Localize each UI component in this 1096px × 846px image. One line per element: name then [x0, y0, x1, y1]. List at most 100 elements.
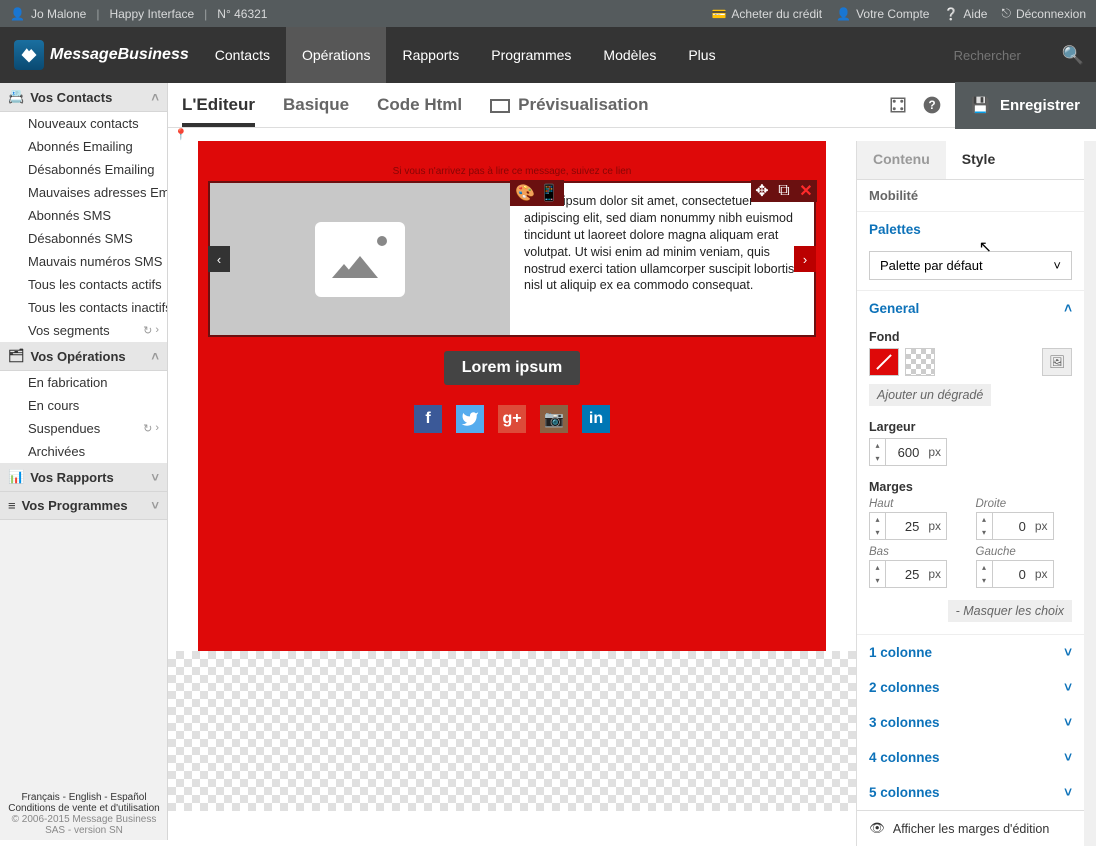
block-toolbar-right: ✥ ⧉ ✕ — [751, 180, 817, 202]
margin-left-input[interactable]: ▴▾0px — [976, 560, 1054, 588]
sidebar-operations-header[interactable]: 🗂Vos Opérations˄ — [0, 342, 167, 371]
monitor-icon — [490, 99, 510, 113]
search-icon[interactable]: 🔍 — [1062, 45, 1084, 66]
sidebar-item-in-fabrication[interactable]: En fabrication — [0, 371, 167, 394]
width-input[interactable]: ▴▾ 600px — [869, 438, 947, 466]
nav-more[interactable]: Plus — [672, 27, 731, 83]
sidebar-item-all-inactive[interactable]: Tous les contacts inactifs — [0, 296, 167, 319]
instagram-icon[interactable]: 📷 — [540, 405, 568, 433]
lang-es[interactable]: Español — [110, 792, 146, 803]
googleplus-icon[interactable]: g+ — [498, 405, 526, 433]
refresh-icon[interactable]: ↻ — [143, 324, 152, 337]
transparent-swatch[interactable] — [905, 348, 935, 376]
twitter-icon[interactable] — [456, 405, 484, 433]
tab-preview[interactable]: Prévisualisation — [490, 83, 648, 127]
sidebar-item-segments[interactable]: Vos segments↻› — [0, 319, 167, 342]
section-2col[interactable]: 2 colonnes˅ — [857, 670, 1084, 705]
terms-link[interactable]: Conditions de vente et d'utilisation — [8, 803, 159, 814]
sidebar-item-in-progress[interactable]: En cours — [0, 394, 167, 417]
email-canvas[interactable]: Si vous n'arrivez pas à lire ce message,… — [198, 141, 826, 651]
add-gradient-link[interactable]: Ajouter un dégradé — [869, 384, 991, 406]
nav-programs[interactable]: Programmes — [475, 27, 587, 83]
help-link[interactable]: ❔Aide — [943, 7, 987, 21]
background-label: Fond — [869, 330, 1072, 344]
chevron-down-icon: ˅ — [1053, 258, 1061, 273]
help-icon: ❔ — [943, 7, 958, 21]
color-swatch[interactable] — [869, 348, 899, 376]
linkedin-icon[interactable]: in — [582, 405, 610, 433]
lang-fr[interactable]: Français — [21, 792, 59, 803]
image-placeholder[interactable] — [210, 183, 510, 335]
nav-operations[interactable]: Opérations — [286, 27, 386, 83]
sidebar-item-subscribers-email[interactable]: Abonnés Emailing — [0, 135, 167, 158]
save-button[interactable]: 💾Enregistrer — [955, 82, 1096, 129]
sidebar-item-bad-email[interactable]: Mauvaises adresses Emailing — [0, 181, 167, 204]
mobile-icon[interactable]: 📱 — [538, 182, 560, 204]
section-4col[interactable]: 4 colonnes˅ — [857, 740, 1084, 775]
prev-arrow[interactable]: ‹ — [208, 246, 230, 272]
section-1col[interactable]: 1 colonne˅ — [857, 635, 1084, 670]
canvas-wrap: Si vous n'arrivez pas à lire ce message,… — [168, 141, 856, 846]
refresh-icon[interactable]: ↻ — [143, 422, 152, 435]
scrollbar[interactable] — [1084, 141, 1096, 846]
image-swatch[interactable]: 🖼 — [1042, 348, 1072, 376]
cta-button[interactable]: Lorem ipsum — [444, 351, 580, 385]
sidebar-item-suspended[interactable]: Suspendues↻› — [0, 417, 167, 440]
social-row: f g+ 📷 in — [208, 405, 816, 433]
margin-right-input[interactable]: ▴▾0px — [976, 512, 1054, 540]
sidebar-reports-header[interactable]: 📊Vos Rapports˅ — [0, 463, 167, 492]
fullscreen-button[interactable] — [887, 94, 909, 116]
sidebar-contacts-header[interactable]: 📇Vos Contacts˄ — [0, 83, 167, 112]
chevron-down-icon: ˅ — [151, 498, 159, 513]
chevron-down-icon: ˅ — [1064, 750, 1072, 765]
section-3col[interactable]: 3 colonnes˅ — [857, 705, 1084, 740]
palette-icon[interactable]: 🎨 — [514, 182, 536, 204]
sidebar-programs-header[interactable]: ≡Vos Programmes˅ — [0, 492, 167, 520]
delete-icon[interactable]: ✕ — [795, 180, 817, 202]
facebook-icon[interactable]: f — [414, 405, 442, 433]
nav-contacts[interactable]: Contacts — [199, 27, 286, 83]
tab-editor[interactable]: L'Editeur — [182, 83, 255, 127]
sidebar-item-bad-sms[interactable]: Mauvais numéros SMS — [0, 250, 167, 273]
search-input[interactable] — [954, 48, 1054, 63]
tab-basic[interactable]: Basique — [283, 83, 349, 127]
sidebar-item-subscribers-sms[interactable]: Abonnés SMS — [0, 204, 167, 227]
palettes-section[interactable]: Palettes — [857, 212, 1084, 247]
lang-en[interactable]: English — [69, 792, 102, 803]
list-icon: ≡ — [8, 498, 16, 513]
user-icon: 👤 — [836, 7, 851, 21]
panel-tab-style[interactable]: Style — [946, 141, 1011, 179]
show-margins-toggle[interactable]: 👁Afficher les marges d'édition — [857, 810, 1084, 846]
nav-templates[interactable]: Modèles — [587, 27, 672, 83]
margin-top-input[interactable]: ▴▾25px — [869, 512, 947, 540]
spin-up-icon[interactable]: ▴ — [870, 439, 885, 452]
spin-down-icon[interactable]: ▾ — [870, 452, 885, 465]
copy-icon[interactable]: ⧉ — [773, 180, 795, 202]
sidebar-item-all-active[interactable]: Tous les contacts actifs — [0, 273, 167, 296]
buy-credit-link[interactable]: 💳Acheter du crédit — [711, 7, 822, 21]
next-arrow[interactable]: › — [794, 246, 816, 272]
panel-tab-content[interactable]: Contenu — [857, 141, 946, 179]
logo[interactable]: MessageBusiness — [0, 40, 199, 70]
chevron-right-icon[interactable]: › — [155, 324, 159, 337]
sidebar-item-archived[interactable]: Archivées — [0, 440, 167, 463]
sidebar-item-unsub-email[interactable]: Désabonnés Emailing — [0, 158, 167, 181]
sidebar-item-unsub-sms[interactable]: Désabonnés SMS — [0, 227, 167, 250]
hide-choices-link[interactable]: - Masquer les choix — [948, 600, 1072, 622]
move-icon[interactable]: ✥ — [751, 180, 773, 202]
general-section[interactable]: General˄ — [857, 291, 1084, 326]
logout-link[interactable]: ⎋Déconnexion — [1001, 6, 1086, 21]
palette-select[interactable]: Palette par défaut˅ — [869, 251, 1072, 280]
margin-bottom-input[interactable]: ▴▾25px — [869, 560, 947, 588]
content-block[interactable]: 🎨 📱 ✥ ⧉ ✕ ‹ › Lorem ipsum — [208, 181, 816, 337]
chevron-right-icon[interactable]: › — [155, 422, 159, 435]
section-5col[interactable]: 5 colonnes˅ — [857, 775, 1084, 810]
sidebar-item-new-contacts[interactable]: Nouveaux contacts — [0, 112, 167, 135]
help-button[interactable]: ? — [921, 94, 943, 116]
chevron-up-icon: ˄ — [1064, 301, 1072, 316]
nav-reports[interactable]: Rapports — [386, 27, 475, 83]
tab-html[interactable]: Code Html — [377, 83, 462, 127]
logo-text: MessageBusiness — [50, 46, 189, 64]
mobility-row[interactable]: Mobilité — [857, 180, 1084, 212]
your-account-link[interactable]: 👤Votre Compte — [836, 7, 929, 21]
